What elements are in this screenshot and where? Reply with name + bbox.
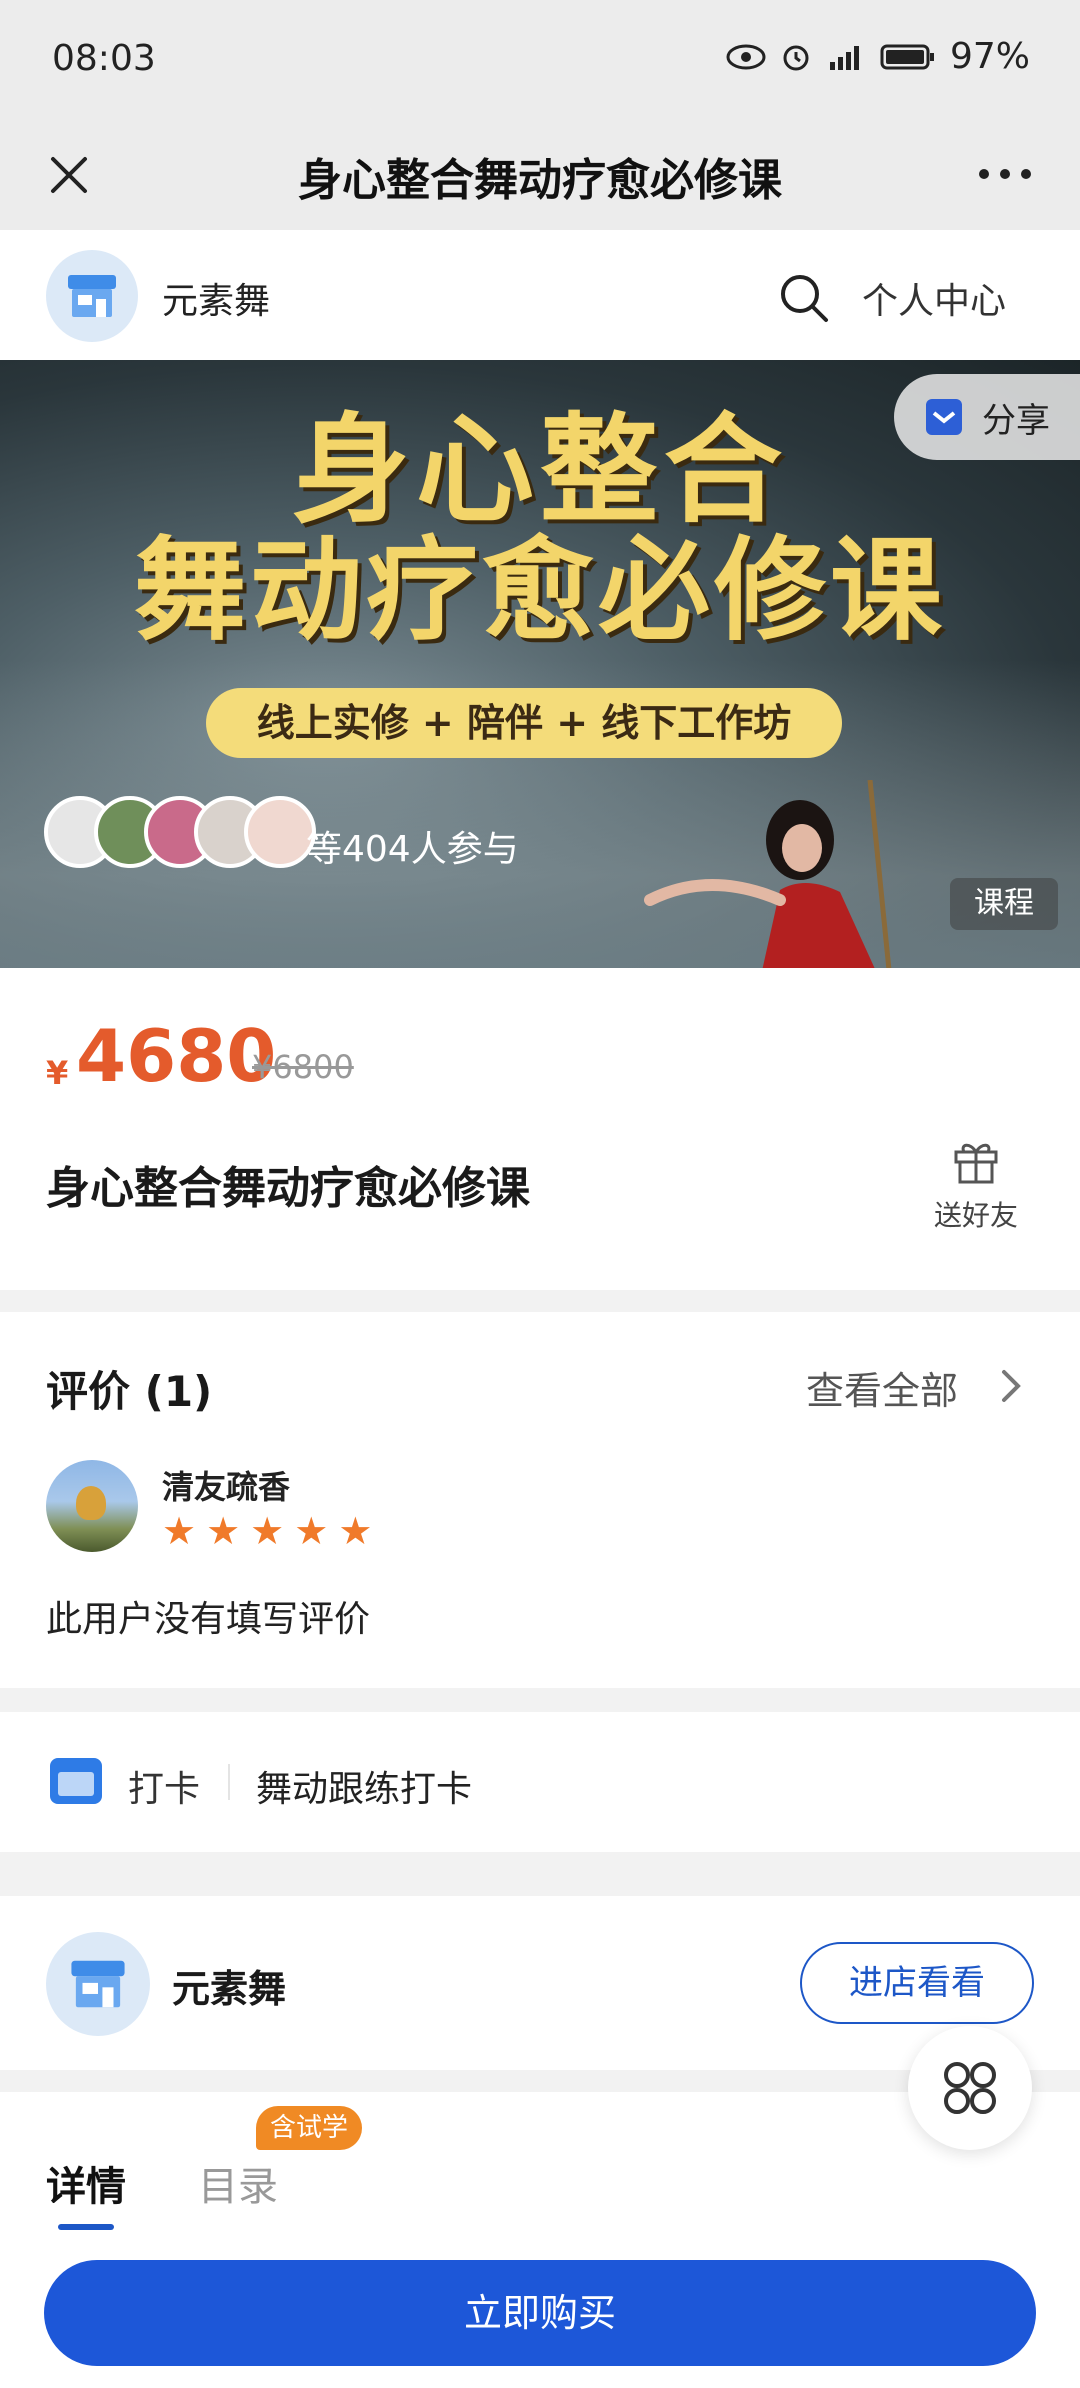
trial-badge: 含试学 bbox=[256, 2106, 363, 2150]
shop-logo[interactable] bbox=[46, 250, 138, 342]
shop-name[interactable]: 元素舞 bbox=[162, 272, 270, 324]
share-icon bbox=[926, 399, 962, 435]
tab-catalog[interactable]: 目录 bbox=[198, 2154, 278, 2212]
alarm-icon bbox=[783, 45, 809, 70]
battery-icon bbox=[880, 44, 934, 69]
participants-count: 等404人参与 bbox=[306, 829, 519, 870]
course-banner: 身心整合 舞动疗愈必修课 线上实修 + 陪伴 + 线下工作坊 分享 等404人参… bbox=[0, 360, 1080, 968]
gift-button[interactable]: 送好友 bbox=[930, 1134, 1022, 1234]
tab-detail[interactable]: 详情 bbox=[46, 2154, 126, 2212]
reviewer-avatar bbox=[46, 1460, 138, 1552]
visit-shop-button[interactable]: 进店看看 bbox=[800, 1942, 1034, 2024]
gift-label: 送好友 bbox=[933, 1199, 1018, 1232]
checkin-value: 舞动跟练打卡 bbox=[256, 1769, 473, 1810]
original-price: ¥6800 bbox=[252, 1048, 354, 1086]
price-card: ¥ 4680 ¥6800 身心整合舞动疗愈必修课 送好友 bbox=[0, 968, 1080, 1290]
course-tag: 课程 bbox=[950, 878, 1058, 930]
signal-icon bbox=[829, 45, 859, 70]
store-icon bbox=[71, 1960, 125, 2008]
gift-icon bbox=[954, 1143, 998, 1184]
battery-level: 97% bbox=[949, 36, 1030, 77]
personal-center-link[interactable]: 个人中心 bbox=[862, 272, 1006, 324]
grid-icon bbox=[944, 2062, 996, 2114]
eye-icon bbox=[726, 44, 766, 69]
shop-header: 元素舞 个人中心 bbox=[0, 230, 1080, 360]
chevron-right-icon[interactable] bbox=[996, 1366, 1026, 1406]
status-time: 08:03 bbox=[52, 38, 156, 79]
banner-subtitle: 线上实修 + 陪伴 + 线下工作坊 bbox=[206, 688, 842, 758]
shop-card: 元素舞 进店看看 bbox=[0, 1896, 1080, 2070]
rating-stars: ★ ★ ★ ★ ★ bbox=[162, 1512, 372, 1550]
course-title: 身心整合舞动疗愈必修课 bbox=[46, 1163, 530, 1214]
star-icon: ★ bbox=[206, 1509, 241, 1553]
shop-card-name: 元素舞 bbox=[172, 1967, 287, 2011]
reviews-title: 评价 (1) bbox=[46, 1367, 213, 1416]
review-content: 此用户没有填写评价 bbox=[46, 1599, 371, 1640]
share-button[interactable]: 分享 bbox=[894, 374, 1080, 460]
tab-indicator bbox=[58, 2224, 114, 2230]
checkin-row[interactable]: 打卡 舞动跟练打卡 bbox=[0, 1712, 1080, 1852]
more-button[interactable] bbox=[970, 144, 1040, 204]
status-icons: 97% bbox=[726, 36, 1030, 77]
dancer-illustration bbox=[644, 780, 892, 968]
checkin-label: 打卡 bbox=[128, 1769, 201, 1810]
buy-now-button[interactable]: 立即购买 bbox=[44, 2260, 1036, 2366]
store-icon bbox=[68, 275, 116, 317]
divider bbox=[228, 1764, 230, 1800]
star-icon: ★ bbox=[250, 1509, 285, 1553]
nav-bar: 身心整合舞动疗愈必修课 bbox=[0, 120, 1080, 230]
reviewer-name: 清友疏香 bbox=[162, 1468, 291, 1506]
currency-symbol: ¥ bbox=[46, 1054, 69, 1092]
floating-menu-button[interactable] bbox=[908, 2026, 1032, 2150]
star-icon: ★ bbox=[162, 1509, 197, 1553]
more-icon bbox=[979, 169, 1031, 179]
star-icon: ★ bbox=[338, 1509, 373, 1553]
status-bar: 08:03 97% bbox=[0, 0, 1080, 120]
participant-avatars bbox=[44, 796, 316, 868]
page-title: 身心整合舞动疗愈必修课 bbox=[298, 155, 782, 206]
buy-bar: 立即购买 bbox=[0, 2232, 1080, 2388]
share-label: 分享 bbox=[982, 400, 1050, 441]
checkin-icon bbox=[50, 1758, 102, 1804]
banner-headline-2: 舞动疗愈必修课 bbox=[134, 525, 946, 656]
reviews-section: 评价 (1) 查看全部 清友疏香 ★ ★ ★ ★ ★ 此用户没有填写评价 bbox=[0, 1312, 1080, 1688]
shop-logo[interactable] bbox=[46, 1932, 150, 2036]
current-price: 4680 bbox=[76, 1014, 277, 1098]
view-all-link[interactable]: 查看全部 bbox=[806, 1360, 958, 1415]
search-icon[interactable] bbox=[776, 270, 832, 326]
star-icon: ★ bbox=[294, 1509, 329, 1553]
